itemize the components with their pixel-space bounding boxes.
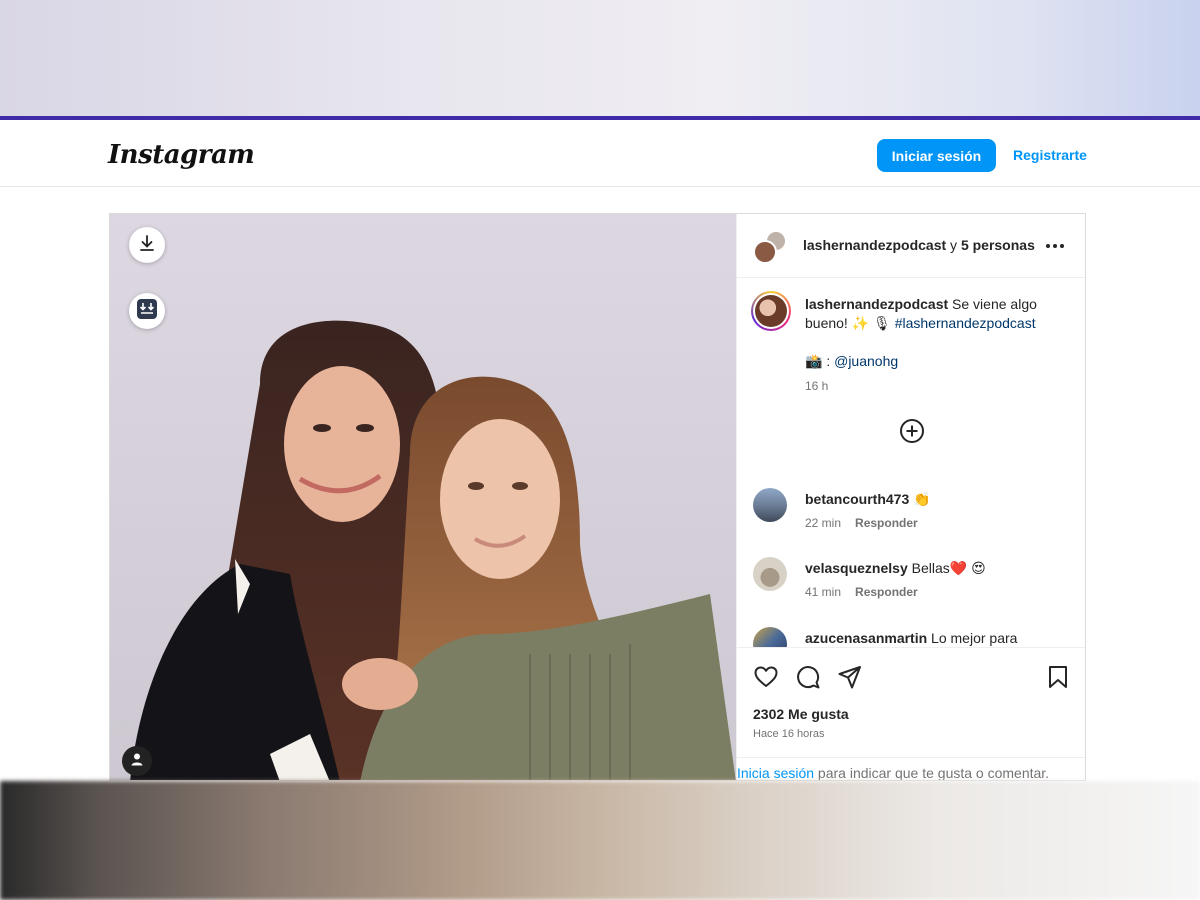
login-prompt-text: para indicar que te gusta o comentar. xyxy=(814,765,1050,781)
likes-count[interactable]: 2302 Me gusta xyxy=(753,706,849,722)
comment-time: 22 min xyxy=(805,516,842,530)
comment-body: 👏 xyxy=(909,491,931,507)
credit-mention[interactable]: @juanohg xyxy=(834,353,898,369)
comment-icon[interactable] xyxy=(795,664,821,695)
comment-avatar[interactable] xyxy=(753,557,787,591)
comments-list[interactable]: lashernandezpodcast Se viene algo bueno!… xyxy=(737,279,1085,647)
top-blurred-band xyxy=(0,0,1200,120)
login-button[interactable]: Iniciar sesión xyxy=(877,139,996,172)
comment-username[interactable]: velasqueznelsy xyxy=(805,560,908,576)
comment-meta: 41 min Responder xyxy=(805,585,932,599)
user-tag-icon xyxy=(130,752,144,771)
instagram-logo[interactable]: Instagram xyxy=(108,140,255,170)
reply-button[interactable]: Responder xyxy=(855,585,918,599)
post-owner-line: lashernandezpodcast y 5 personas xyxy=(803,237,1035,253)
save-to-device-icon xyxy=(136,298,158,325)
save-to-device-button[interactable] xyxy=(129,293,165,329)
post-timestamp: Hace 16 horas xyxy=(753,728,825,740)
comment-text: velasqueznelsy Bellas❤️ 😍 xyxy=(805,559,1067,578)
post-actions: 2302 Me gusta Hace 16 horas xyxy=(737,647,1085,757)
more-options-icon[interactable] xyxy=(1045,236,1065,261)
register-link[interactable]: Registrarte xyxy=(1013,147,1087,163)
heart-icon[interactable] xyxy=(753,664,779,695)
comment-avatar[interactable] xyxy=(753,488,787,522)
collab-avatars[interactable] xyxy=(753,230,789,264)
login-prompt-link[interactable]: Inicia sesión xyxy=(737,765,814,780)
collab-others-link[interactable]: 5 personas xyxy=(961,237,1035,253)
site-header: Instagram Iniciar sesión Registrarte xyxy=(0,124,1200,187)
comment-time: 41 min xyxy=(805,585,842,599)
comment-username[interactable]: betancourth473 xyxy=(805,491,909,507)
credit-prefix: 📸 : xyxy=(805,353,835,369)
login-prompt: Inicia sesión para indicar que te gusta … xyxy=(737,757,1085,781)
post-image xyxy=(110,214,736,780)
post-photo[interactable] xyxy=(110,214,736,780)
caption-avatar[interactable] xyxy=(751,291,791,331)
post-caption: lashernandezpodcast Se viene algo bueno!… xyxy=(805,295,1067,396)
download-button[interactable] xyxy=(129,227,165,263)
comment-avatar[interactable] xyxy=(753,627,787,647)
share-icon[interactable] xyxy=(837,664,863,695)
reply-button[interactable]: Responder xyxy=(855,516,918,530)
comment-text: azucenasanmartin Lo mejor para ustedes. xyxy=(805,629,1067,647)
post-side-panel: lashernandezpodcast y 5 personas lashern… xyxy=(736,214,1085,781)
post-card: lashernandezpodcast y 5 personas lashern… xyxy=(109,213,1086,781)
comment-text: betancourth473 👏 xyxy=(805,490,1067,509)
owner-username[interactable]: lashernandezpodcast xyxy=(803,237,946,253)
caption-time: 16 h xyxy=(805,379,829,393)
tagged-users-button[interactable] xyxy=(122,746,152,776)
post-header: lashernandezpodcast y 5 personas xyxy=(737,214,1085,278)
download-icon xyxy=(138,234,156,257)
load-more-comments-button[interactable] xyxy=(898,417,926,445)
comment-username[interactable]: azucenasanmartin xyxy=(805,630,927,646)
bottom-blurred-band xyxy=(0,781,1200,900)
add-comment-icon xyxy=(898,419,926,449)
bookmark-icon[interactable] xyxy=(1045,664,1071,695)
collab-joiner: y xyxy=(946,237,961,253)
caption-hashtag[interactable]: #lashernandezpodcast xyxy=(895,315,1036,331)
caption-username[interactable]: lashernandezpodcast xyxy=(805,296,948,312)
comment-meta: 22 min Responder xyxy=(805,516,932,530)
comment-body: Bellas❤️ 😍 xyxy=(907,560,986,576)
